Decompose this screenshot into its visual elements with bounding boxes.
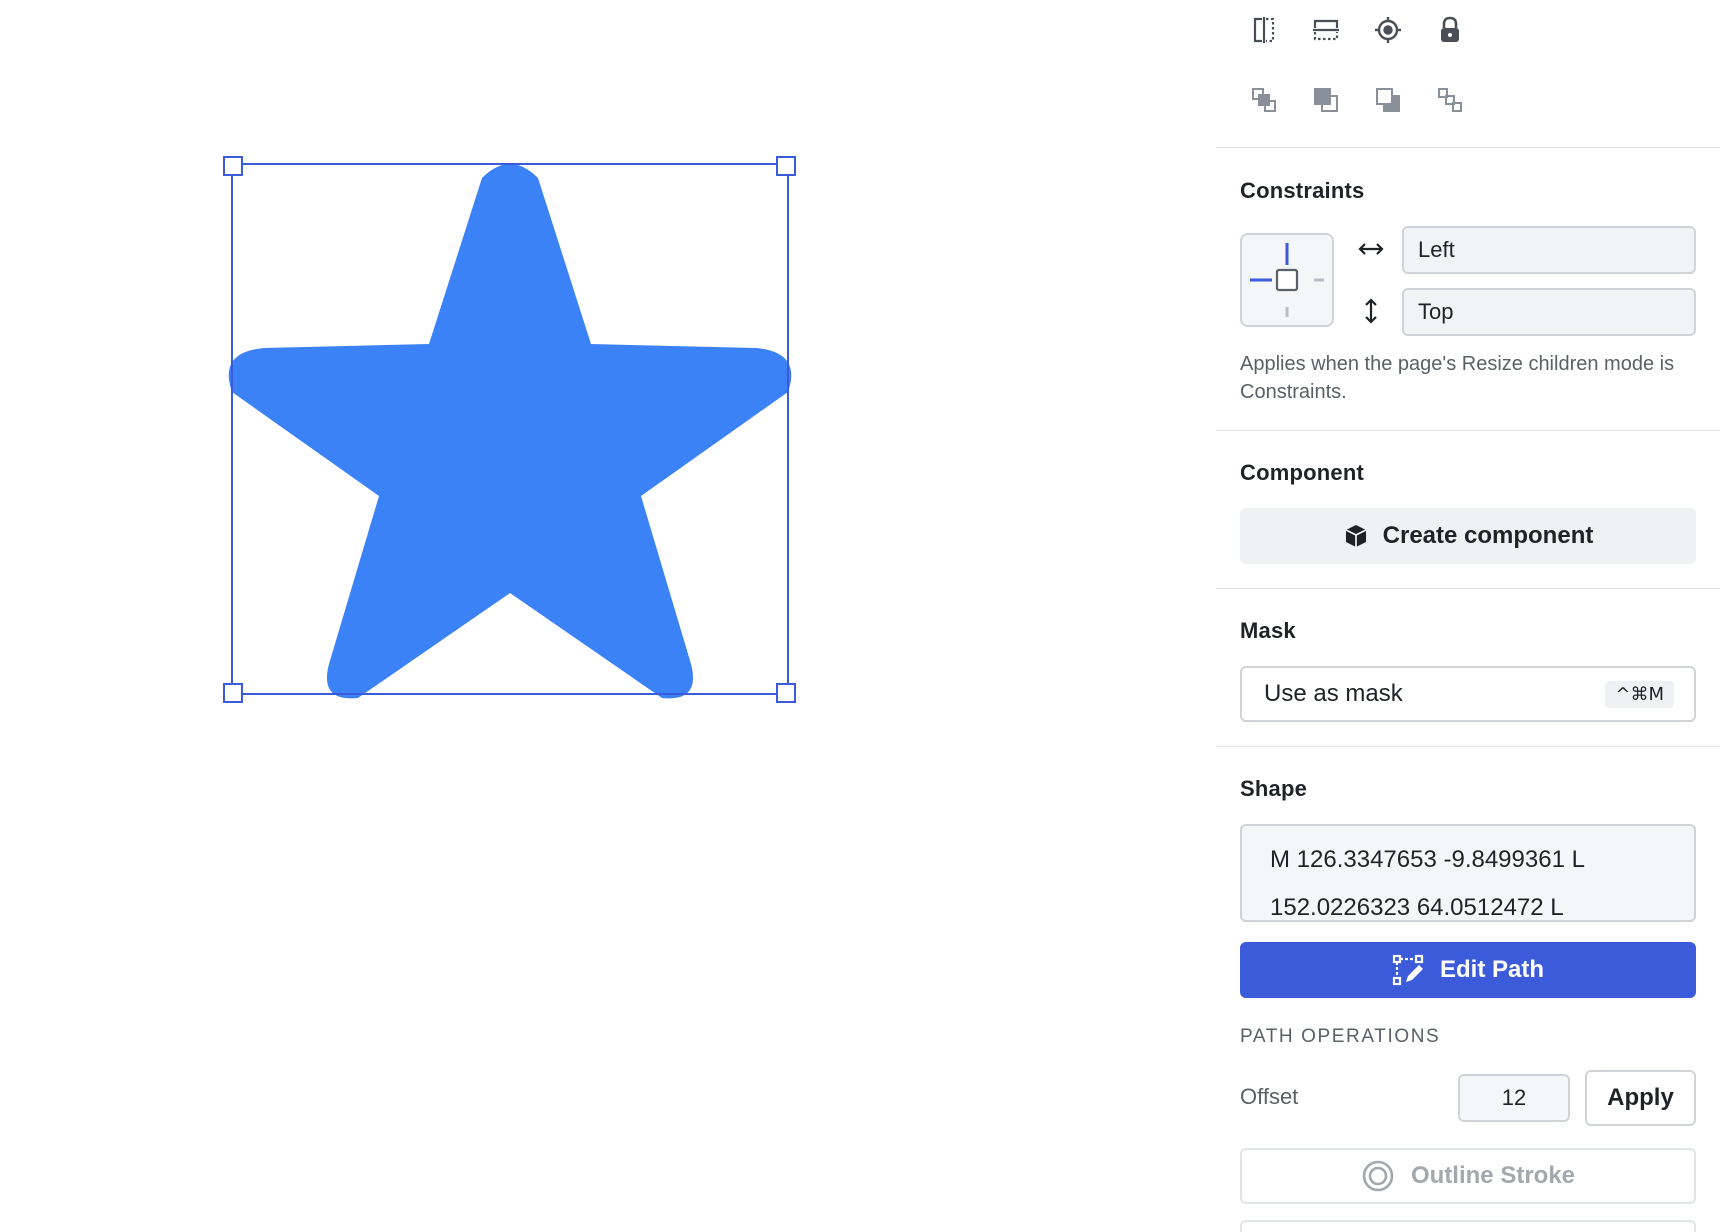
canvas[interactable] [0,0,1216,1232]
horizontal-constraint-select[interactable]: Left [1402,226,1696,274]
mask-shortcut: ^⌘M [1605,680,1674,708]
target-icon[interactable] [1372,14,1404,46]
send-backward-icon[interactable] [1434,84,1466,116]
edit-path-button[interactable]: Edit Path [1240,942,1696,998]
path-data-textarea[interactable]: M 126.3347653 -9.8499361 L 152.0226323 6… [1240,824,1696,922]
star-shape[interactable] [228,164,792,699]
apply-offset-button[interactable]: Apply [1585,1070,1696,1126]
bring-forward-icon[interactable] [1248,84,1280,116]
bring-to-front-icon[interactable] [1310,84,1342,116]
divider [1216,147,1720,148]
edit-path-icon [1392,954,1424,986]
create-component-label: Create component [1382,522,1594,549]
outline-stroke-button[interactable]: Outline Stroke [1240,1148,1696,1204]
edit-path-label: Edit Path [1439,956,1544,983]
send-to-back-icon[interactable] [1372,84,1404,116]
transform-toolbar [1248,14,1466,46]
horizontal-arrows-icon [1356,234,1386,264]
component-title: Component [1240,460,1365,485]
divider [1216,588,1720,589]
star-canvas [223,156,796,703]
vertical-arrows-icon [1356,296,1386,326]
resize-handle-top-left[interactable] [223,156,243,176]
mask-title: Mask [1240,618,1296,643]
use-as-mask-button[interactable]: Use as mask ^⌘M [1240,666,1696,722]
offset-input[interactable] [1458,1074,1570,1122]
flip-horizontal-icon[interactable] [1248,14,1280,46]
shape-title: Shape [1240,776,1308,801]
outline-stroke-icon [1362,1160,1394,1192]
component-cube-icon [1345,525,1366,547]
divider [1216,430,1720,431]
constraints-help-text: Applies when the page's Resize children … [1240,353,1675,403]
use-as-mask-label: Use as mask [1264,680,1403,707]
resize-handle-bottom-right[interactable] [776,683,796,703]
resize-handle-bottom-left[interactable] [223,683,243,703]
path-operation-button[interactable] [1240,1220,1696,1232]
resize-handle-top-right[interactable] [776,156,796,176]
offset-label: Offset [1240,1084,1299,1109]
arrange-toolbar [1248,84,1466,116]
lock-icon[interactable] [1434,14,1466,46]
constraint-anchor-widget[interactable] [1240,233,1334,327]
constraints-title: Constraints [1240,178,1365,203]
create-component-button[interactable]: Create component [1240,508,1696,564]
divider [1216,746,1720,747]
vertical-constraint-select[interactable]: Top [1402,288,1696,336]
properties-panel: Constraints Left Top Applies when the pa… [1216,0,1720,1232]
flip-vertical-icon[interactable] [1310,14,1342,46]
path-operations-caption: PATH OPERATIONS [1240,1026,1441,1047]
outline-stroke-label: Outline Stroke [1410,1162,1576,1189]
